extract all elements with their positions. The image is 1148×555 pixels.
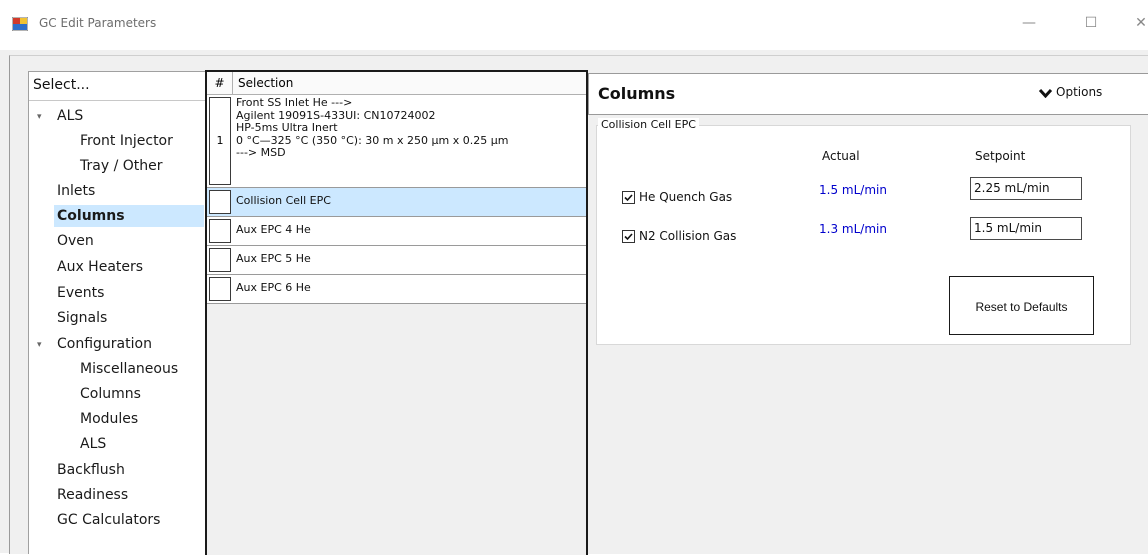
tree-item-readiness[interactable]: Readiness — [54, 484, 131, 506]
tree-item-aux-heaters[interactable]: Aux Heaters — [54, 256, 146, 278]
tree-header: Select... — [33, 77, 90, 93]
row-selection-text: Aux EPC 4 He — [236, 223, 311, 236]
he-quench-checkbox[interactable] — [622, 191, 635, 204]
tree-item-oven[interactable]: Oven — [54, 230, 97, 252]
collapse-icon[interactable]: ▾ — [37, 112, 42, 122]
n2-collision-label: N2 Collision Gas — [639, 229, 737, 243]
column-header-selection: Selection — [238, 76, 294, 90]
group-title: Collision Cell EPC — [598, 118, 699, 131]
gc-edit-parameters-window: GC Edit Parameters — ☐ ✕ Select... ▾ ALS… — [0, 0, 1148, 555]
row-selection-text: Aux EPC 6 He — [236, 281, 311, 294]
row-number-cell — [209, 190, 231, 214]
tree-item-signals[interactable]: Signals — [54, 307, 110, 329]
maximize-button[interactable]: ☐ — [1076, 8, 1106, 38]
grid-row-aux-epc-5[interactable]: Aux EPC 5 He — [207, 246, 586, 275]
grid-header: # Selection — [207, 72, 586, 95]
parameter-tree[interactable]: Select... ▾ ALS Front Injector Tray / Ot… — [28, 71, 206, 554]
row-line: HP-5ms Ultra Inert — [236, 121, 338, 134]
checkmark-icon — [624, 194, 633, 202]
grid-row-collision-cell-epc[interactable]: Collision Cell EPC — [207, 188, 586, 217]
close-button[interactable]: ✕ — [1126, 8, 1148, 38]
chevron-down-icon[interactable] — [1039, 88, 1052, 98]
panel-header: Columns Options — [588, 73, 1148, 115]
tree-item-inlets[interactable]: Inlets — [54, 180, 98, 202]
selection-grid[interactable]: # Selection 1 Front SS Inlet He ---> Agi… — [205, 70, 588, 555]
row-number-cell — [209, 277, 231, 301]
tree-divider — [29, 100, 205, 101]
tree-item-als[interactable]: ALS — [54, 105, 86, 127]
tree-item-backflush[interactable]: Backflush — [54, 459, 128, 481]
row-number-cell: 1 — [209, 97, 231, 185]
row-selection-text: Front SS Inlet He ---> Agilent 19091S-43… — [236, 96, 508, 160]
grid-row-front-inlet[interactable]: 1 Front SS Inlet He ---> Agilent 19091S-… — [207, 95, 586, 188]
tree-item-gc-calculators[interactable]: GC Calculators — [54, 509, 163, 531]
column-header-number: # — [207, 72, 233, 94]
app-icon — [12, 17, 28, 31]
tree-item-tray-other[interactable]: Tray / Other — [77, 155, 165, 177]
row-line: Front SS Inlet He ---> — [236, 96, 353, 109]
he-quench-label: He Quench Gas — [639, 190, 733, 204]
row-number-cell — [209, 219, 231, 243]
n2-collision-setpoint-input[interactable] — [970, 217, 1082, 240]
n2-collision-actual: 1.3 mL/min — [819, 222, 887, 236]
panel-title: Columns — [598, 84, 676, 103]
tree-item-columns[interactable]: Columns — [54, 205, 204, 227]
tree-item-config-columns[interactable]: Columns — [77, 383, 144, 405]
he-quench-actual: 1.5 mL/min — [819, 183, 887, 197]
column-header-actual: Actual — [822, 149, 860, 163]
grid-row-aux-epc-6[interactable]: Aux EPC 6 He — [207, 275, 586, 304]
grid-row-aux-epc-4[interactable]: Aux EPC 4 He — [207, 217, 586, 246]
tree-item-events[interactable]: Events — [54, 282, 107, 304]
options-button[interactable]: Options — [1056, 85, 1102, 99]
window-title: GC Edit Parameters — [39, 16, 157, 30]
title-bar[interactable]: GC Edit Parameters — ☐ ✕ — [0, 0, 1148, 50]
minimize-button[interactable]: — — [1014, 8, 1044, 38]
tree-item-modules[interactable]: Modules — [77, 408, 141, 430]
row-selection-text: Collision Cell EPC — [236, 194, 331, 207]
collapse-icon[interactable]: ▾ — [37, 340, 42, 350]
n2-collision-checkbox[interactable] — [622, 230, 635, 243]
row-selection-text: Aux EPC 5 He — [236, 252, 311, 265]
he-quench-setpoint-input[interactable] — [970, 177, 1082, 200]
tree-item-configuration[interactable]: Configuration — [54, 333, 155, 355]
checkmark-icon — [624, 233, 633, 241]
tree-item-miscellaneous[interactable]: Miscellaneous — [77, 358, 181, 380]
row-number-cell — [209, 248, 231, 272]
column-header-setpoint: Setpoint — [975, 149, 1026, 163]
row-line: ---> MSD — [236, 146, 286, 159]
tree-item-config-als[interactable]: ALS — [77, 433, 109, 455]
tree-item-front-injector[interactable]: Front Injector — [77, 130, 176, 152]
reset-to-defaults-button[interactable]: Reset to Defaults — [949, 276, 1094, 335]
